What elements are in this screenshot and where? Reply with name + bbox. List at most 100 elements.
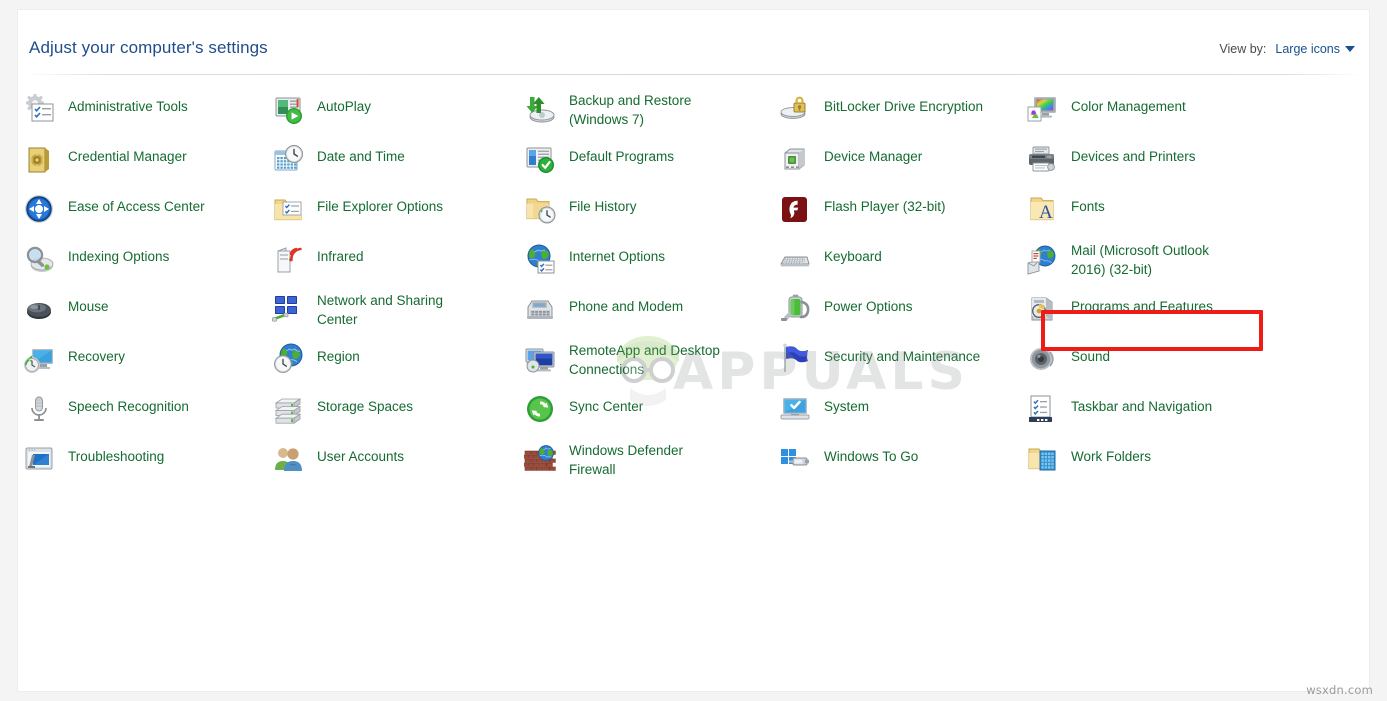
control-panel-item[interactable]: Keyboard [779, 242, 882, 292]
control-panel-item[interactable]: Ease of Access Center [23, 192, 205, 242]
control-panel-item-label[interactable]: System [824, 392, 869, 417]
mouse-icon[interactable] [23, 293, 55, 325]
control-panel-item-label[interactable]: Mail (Microsoft Outlook 2016) (32-bit) [1071, 242, 1209, 279]
control-panel-item[interactable]: Power Options [779, 292, 913, 342]
control-panel-item-label[interactable]: Sync Center [569, 392, 643, 417]
default-programs-icon[interactable] [524, 143, 556, 175]
control-panel-item-label[interactable]: Backup and Restore (Windows 7) [569, 92, 691, 129]
control-panel-item[interactable]: Device Manager [779, 142, 922, 192]
taskbar-and-navigation-icon[interactable] [1026, 393, 1058, 425]
control-panel-item-label[interactable]: RemoteApp and Desktop Connections [569, 342, 720, 379]
user-accounts-icon[interactable] [272, 443, 304, 475]
date-and-time-icon[interactable] [272, 143, 304, 175]
control-panel-item[interactable]: Speech Recognition [23, 392, 189, 442]
credential-manager-icon[interactable] [23, 143, 55, 175]
control-panel-item[interactable]: A Fonts [1026, 192, 1105, 242]
control-panel-item-label[interactable]: Internet Options [569, 242, 665, 267]
control-panel-item[interactable]: Network and Sharing Center [272, 292, 443, 342]
control-panel-item[interactable]: File History [524, 192, 637, 242]
control-panel-item[interactable]: Infrared [272, 242, 364, 292]
control-panel-item-label[interactable]: Indexing Options [68, 242, 169, 267]
internet-options-icon[interactable] [524, 243, 556, 275]
control-panel-item[interactable]: Storage Spaces [272, 392, 413, 442]
file-explorer-options-icon[interactable] [272, 193, 304, 225]
control-panel-item-label[interactable]: Default Programs [569, 142, 674, 167]
control-panel-item[interactable]: System [779, 392, 869, 442]
view-by-value[interactable]: Large icons [1275, 42, 1355, 56]
control-panel-item-label[interactable]: Credential Manager [68, 142, 187, 167]
control-panel-item-label[interactable]: Color Management [1071, 92, 1186, 117]
network-and-sharing-center-icon[interactable] [272, 293, 304, 325]
control-panel-item-label[interactable]: Speech Recognition [68, 392, 189, 417]
control-panel-item-label[interactable]: Storage Spaces [317, 392, 413, 417]
control-panel-item-label[interactable]: Sound [1071, 342, 1110, 367]
recovery-icon[interactable] [23, 343, 55, 375]
control-panel-item-label[interactable]: AutoPlay [317, 92, 371, 117]
control-panel-item[interactable]: Taskbar and Navigation [1026, 392, 1212, 442]
control-panel-item[interactable]: Sound [1026, 342, 1110, 392]
control-panel-item[interactable]: Mouse [23, 292, 109, 342]
control-panel-item-label[interactable]: Taskbar and Navigation [1071, 392, 1212, 417]
control-panel-item-label[interactable]: Troubleshooting [68, 442, 164, 467]
phone-and-modem-icon[interactable] [524, 293, 556, 325]
control-panel-item-label[interactable]: Windows To Go [824, 442, 918, 467]
chevron-down-icon[interactable] [1345, 46, 1355, 52]
ease-of-access-center-icon[interactable] [23, 193, 55, 225]
control-panel-item[interactable]: AutoPlay [272, 92, 371, 142]
control-panel-item-label[interactable]: Flash Player (32-bit) [824, 192, 946, 217]
control-panel-item-label[interactable]: Date and Time [317, 142, 405, 167]
control-panel-item[interactable]: Indexing Options [23, 242, 169, 292]
troubleshooting-icon[interactable] [23, 443, 55, 475]
control-panel-item-label[interactable]: Ease of Access Center [68, 192, 205, 217]
control-panel-item[interactable]: ●RemoteApp and Desktop Connections [524, 342, 720, 392]
control-panel-item[interactable]: Administrative Tools [23, 92, 188, 142]
control-panel-item-label[interactable]: Windows Defender Firewall [569, 442, 683, 479]
control-panel-item-label[interactable]: Device Manager [824, 142, 922, 167]
indexing-options-icon[interactable] [23, 243, 55, 275]
control-panel-item[interactable]: Internet Options [524, 242, 665, 292]
control-panel-item[interactable]: Date and Time [272, 142, 405, 192]
autoplay-icon[interactable] [272, 93, 304, 125]
control-panel-item[interactable]: Backup and Restore (Windows 7) [524, 92, 691, 142]
control-panel-item-label[interactable]: User Accounts [317, 442, 404, 467]
control-panel-item[interactable]: Work Folders [1026, 442, 1151, 492]
windows-defender-firewall-icon[interactable] [524, 443, 556, 475]
control-panel-item-label[interactable]: File History [569, 192, 637, 217]
control-panel-item[interactable]: Default Programs [524, 142, 674, 192]
control-panel-item[interactable]: Windows Defender Firewall [524, 442, 683, 492]
control-panel-item[interactable]: Recovery [23, 342, 125, 392]
control-panel-item[interactable]: Devices and Printers [1026, 142, 1196, 192]
control-panel-item[interactable]: File Explorer Options [272, 192, 443, 242]
control-panel-item-label[interactable]: Devices and Printers [1071, 142, 1196, 167]
flash-player-icon[interactable] [779, 193, 811, 225]
control-panel-item[interactable]: Security and Maintenance [779, 342, 980, 392]
control-panel-item-label[interactable]: Recovery [68, 342, 125, 367]
speech-recognition-icon[interactable] [23, 393, 55, 425]
control-panel-item-label[interactable]: Infrared [317, 242, 364, 267]
color-management-icon[interactable] [1026, 93, 1058, 125]
control-panel-item-label[interactable]: Fonts [1071, 192, 1105, 217]
fonts-icon[interactable]: A [1026, 193, 1058, 225]
control-panel-item-label[interactable]: File Explorer Options [317, 192, 443, 217]
view-by-control[interactable]: View by: Large icons [1219, 42, 1355, 56]
control-panel-item[interactable]: Sync Center [524, 392, 643, 442]
control-panel-item-label[interactable]: Region [317, 342, 360, 367]
device-manager-icon[interactable] [779, 143, 811, 175]
control-panel-item-label[interactable]: BitLocker Drive Encryption [824, 92, 983, 117]
work-folders-icon[interactable] [1026, 443, 1058, 475]
file-history-icon[interactable] [524, 193, 556, 225]
security-and-maintenance-icon[interactable] [779, 343, 811, 375]
devices-and-printers-icon[interactable] [1026, 143, 1058, 175]
control-panel-item-label[interactable]: Security and Maintenance [824, 342, 980, 367]
sound-icon[interactable] [1026, 343, 1058, 375]
control-panel-item-label[interactable]: Phone and Modem [569, 292, 683, 317]
control-panel-item[interactable]: Credential Manager [23, 142, 187, 192]
control-panel-item-label[interactable]: Work Folders [1071, 442, 1151, 467]
control-panel-item-label[interactable]: Administrative Tools [68, 92, 188, 117]
infrared-icon[interactable] [272, 243, 304, 275]
control-panel-item[interactable]: Phone and Modem [524, 292, 683, 342]
control-panel-item[interactable]: Programs and Features [1026, 292, 1213, 342]
control-panel-item[interactable]: Region [272, 342, 360, 392]
control-panel-item[interactable]: Windows To Go [779, 442, 918, 492]
control-panel-item-label[interactable]: Programs and Features [1071, 292, 1213, 317]
